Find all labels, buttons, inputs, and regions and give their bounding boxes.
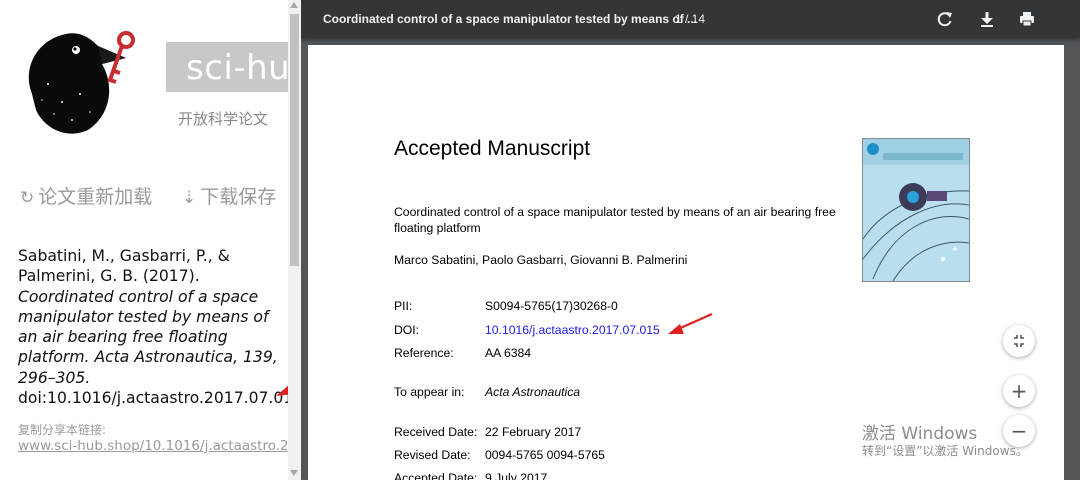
windows-activation-watermark-subtitle: 转到“设置”以激活 Windows。 [862, 444, 1028, 458]
scroll-down-arrow-icon[interactable] [290, 470, 298, 476]
share-link-label: 复制分享本链接: [18, 423, 107, 437]
reload-paper-label: 论文重新加载 [38, 186, 153, 208]
pdf-document-title: Coordinated control of a space manipulat… [323, 12, 698, 26]
sci-hub-raven-logo[interactable] [14, 24, 144, 136]
citation-doi[interactable]: doi:10.1016/j.actaastro.2017.07.015 [18, 389, 288, 407]
field-value-pii: S0094-5765(17)30268-0 [485, 299, 618, 313]
field-label-pii: PII: [394, 299, 413, 313]
field-value-accepted-date: 9 July 2017 [485, 471, 548, 480]
field-value-journal: Acta Astronautica [485, 385, 581, 399]
reload-icon: ↻ [20, 188, 35, 208]
page-authors: Marco Sabatini, Paolo Gasbarri, Giovanni… [394, 253, 688, 267]
citation: Sabatini, M., Gasbarri, P., & Palmerini,… [18, 246, 288, 408]
scroll-up-arrow-icon[interactable] [290, 2, 298, 8]
fit-to-page-button[interactable] [1003, 325, 1035, 357]
journal-cover-image [862, 138, 970, 282]
field-label-revised-date: Revised Date: [394, 448, 471, 462]
field-label-doi: DOI: [394, 323, 420, 337]
rotate-icon[interactable] [935, 9, 955, 29]
scrollbar-thumb[interactable] [290, 14, 299, 266]
page-heading: Accepted Manuscript [394, 137, 591, 160]
red-annotation-arrow-right [668, 312, 713, 334]
zoom-in-icon: + [1010, 379, 1028, 403]
zoom-in-button[interactable]: + [1003, 375, 1035, 407]
field-value-received-date: 22 February 2017 [485, 425, 582, 439]
share-link-url[interactable]: www.sci-hub.shop/10.1016/j.actaastro.201… [18, 438, 288, 454]
field-value-doi-link[interactable]: 10.1016/j.actaastro.2017.07.015 [485, 323, 660, 337]
pdf-page: Accepted Manuscript Coordinated control … [308, 45, 1064, 480]
left-panel: sci-hub 开放科学论文 ↻论文重新加载 ⇣下载保存 Sabatini, M… [0, 0, 288, 480]
download-save-label: 下载保存 [200, 186, 277, 208]
field-label-to-appear-in: To appear in: [394, 385, 465, 399]
brand-name[interactable]: sci-hub [186, 48, 288, 88]
site-subtitle: 开放科学论文 [178, 110, 269, 128]
windows-activation-watermark-title: 激活 Windows [862, 424, 978, 444]
pdf-viewer: Coordinated control of a space manipulat… [301, 0, 1080, 480]
print-icon[interactable] [1017, 9, 1037, 29]
reload-paper-button[interactable]: ↻ 论文重新加载 [20, 182, 152, 209]
field-label-accepted-date: Accepted Date: [394, 471, 478, 480]
page-article-title: Coordinated control of a space manipulat… [394, 205, 836, 235]
field-value-reference: AA 6384 [485, 346, 532, 360]
download-icon[interactable] [977, 9, 997, 29]
pdf-page-count: 1 / 14 [675, 12, 706, 26]
citation-title-journal: Coordinated control of a space manipulat… [18, 287, 278, 387]
page-scrollbar[interactable] [288, 0, 301, 480]
citation-authors-year: Sabatini, M., Gasbarri, P., & Palmerini,… [18, 247, 230, 286]
fit-to-page-icon [1014, 335, 1024, 347]
field-label-reference: Reference: [394, 346, 454, 360]
pdf-toolbar: Coordinated control of a space manipulat… [301, 0, 1080, 38]
download-save-button[interactable]: ⇣ 下载保存 [182, 182, 276, 209]
download-icon: ⇣ [182, 188, 197, 208]
field-value-revised-date: 0094-5765 0094-5765 [485, 448, 605, 462]
field-label-received-date: Received Date: [394, 425, 478, 439]
